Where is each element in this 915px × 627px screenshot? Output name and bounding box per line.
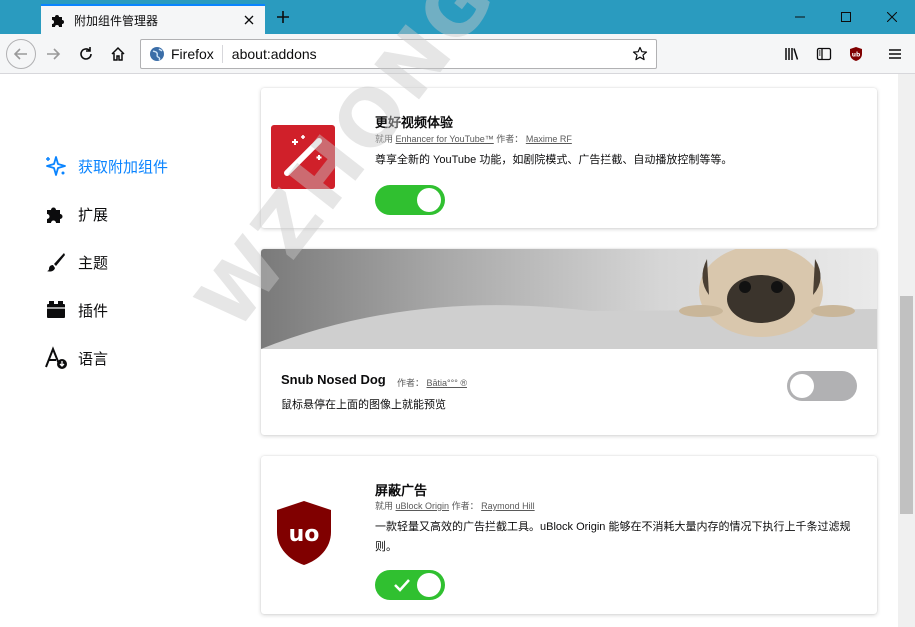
ublock-toolbar-icon[interactable]: ub bbox=[841, 39, 871, 69]
toggle-knob bbox=[417, 188, 441, 212]
sidebar-toggle-icon[interactable] bbox=[809, 39, 839, 69]
tab-title: 附加组件管理器 bbox=[74, 13, 159, 28]
addon-description: 一款轻量又高效的广告拦截工具。uBlock Origin 能够在不消耗大量内存的… bbox=[375, 521, 851, 553]
bookmark-star-icon[interactable] bbox=[626, 40, 654, 68]
sidebar-item-plugins[interactable]: 插件 bbox=[44, 296, 108, 324]
scrollbar-thumb[interactable] bbox=[900, 296, 913, 514]
sidebar-item-discover[interactable]: 获取附加组件 bbox=[44, 152, 168, 180]
logo-text: uo bbox=[289, 522, 320, 547]
reload-button[interactable] bbox=[71, 39, 101, 69]
page-scrollbar[interactable] bbox=[898, 74, 915, 627]
home-button[interactable] bbox=[103, 39, 133, 69]
sidebar-item-label: 扩展 bbox=[78, 206, 109, 224]
new-tab-button[interactable] bbox=[270, 4, 296, 30]
close-tab-icon[interactable] bbox=[237, 8, 261, 32]
author-link[interactable]: Raymond Hill bbox=[481, 501, 535, 511]
sidebar-item-languages[interactable]: 语言 bbox=[44, 344, 108, 372]
minimize-icon[interactable] bbox=[777, 0, 823, 34]
author-link[interactable]: Maxime RF bbox=[526, 134, 572, 144]
back-button[interactable] bbox=[6, 39, 36, 69]
source-link[interactable]: Enhancer for YouTube™ bbox=[396, 134, 494, 144]
sidebar-item-themes[interactable]: 主题 bbox=[44, 248, 108, 276]
magic-wand-icon bbox=[271, 125, 335, 189]
tab-addons-manager[interactable]: 附加组件管理器 bbox=[41, 4, 265, 34]
identity-label: Firefox bbox=[171, 46, 214, 62]
source-link[interactable]: uBlock Origin bbox=[396, 501, 450, 511]
enable-toggle[interactable] bbox=[375, 570, 445, 600]
url-text[interactable]: about:addons bbox=[232, 46, 626, 62]
author-prefix: 作者： bbox=[451, 501, 479, 511]
by-prefix: 就用 bbox=[375, 501, 394, 511]
language-icon bbox=[44, 346, 68, 370]
ublock-logo-icon: uo bbox=[275, 500, 333, 566]
title-bar: 附加组件管理器 bbox=[0, 0, 915, 34]
puzzle-icon bbox=[44, 202, 68, 226]
enable-toggle[interactable] bbox=[787, 371, 857, 401]
sparkle-icon bbox=[44, 154, 68, 178]
addon-name[interactable]: Snub Nosed Dog bbox=[281, 372, 386, 387]
hamburger-menu-icon[interactable] bbox=[880, 39, 910, 69]
addon-card: 更好视频体验 就用 Enhancer for YouTube™ 作者： Maxi… bbox=[261, 88, 877, 228]
sidebar-item-label: 获取附加组件 bbox=[78, 158, 169, 176]
toggle-knob bbox=[417, 573, 441, 597]
maximize-icon[interactable] bbox=[823, 0, 869, 34]
addon-name[interactable]: 更好视频体验 bbox=[375, 112, 453, 131]
addon-card: uo 屏蔽广告 就用 uBlock Origin 作者： Raymond Hil… bbox=[261, 456, 877, 614]
theme-preview-image[interactable] bbox=[261, 249, 877, 349]
by-prefix: 就用 bbox=[375, 134, 394, 144]
addon-meta: 作者： Bātia°°° ® bbox=[397, 376, 467, 389]
author-link[interactable]: Bātia°°° ® bbox=[427, 378, 467, 388]
addon-description: 尊享全新的 YouTube 功能，如剧院模式、广告拦截、自动播放控制等等。 bbox=[375, 154, 733, 166]
svg-text:ub: ub bbox=[852, 52, 861, 59]
paintbrush-icon bbox=[44, 250, 68, 274]
author-prefix: 作者： bbox=[496, 134, 524, 144]
plugin-icon bbox=[44, 298, 68, 322]
addon-meta: 就用 Enhancer for YouTube™ 作者： Maxime RF bbox=[375, 132, 572, 145]
toggle-knob bbox=[790, 374, 814, 398]
nav-bar: Firefox about:addons ub bbox=[0, 34, 915, 74]
library-icon[interactable] bbox=[777, 39, 807, 69]
url-separator bbox=[221, 45, 223, 63]
addon-description: 鼠标悬停在上面的图像上就能预览 bbox=[281, 399, 446, 411]
sidebar-item-label: 插件 bbox=[78, 302, 109, 320]
checkmark-icon bbox=[394, 579, 410, 592]
sidebar-item-extensions[interactable]: 扩展 bbox=[44, 200, 108, 228]
url-bar[interactable]: Firefox about:addons bbox=[140, 39, 657, 69]
author-prefix: 作者： bbox=[397, 378, 425, 388]
forward-button[interactable] bbox=[38, 39, 68, 69]
addon-meta: 就用 uBlock Origin 作者： Raymond Hill bbox=[375, 499, 535, 512]
theme-card: Snub Nosed Dog 作者： Bātia°°° ® 鼠标悬停在上面的图像… bbox=[261, 249, 877, 435]
sidebar-item-label: 语言 bbox=[78, 350, 109, 368]
puzzle-icon bbox=[50, 12, 66, 28]
globe-icon bbox=[149, 46, 165, 62]
sidebar-item-label: 主题 bbox=[78, 254, 109, 272]
categories-sidebar: 获取附加组件 扩展 主题 插件 语言 bbox=[0, 74, 240, 627]
addon-name[interactable]: 屏蔽广告 bbox=[375, 480, 427, 499]
close-window-icon[interactable] bbox=[869, 0, 915, 34]
enable-toggle[interactable] bbox=[375, 185, 445, 215]
